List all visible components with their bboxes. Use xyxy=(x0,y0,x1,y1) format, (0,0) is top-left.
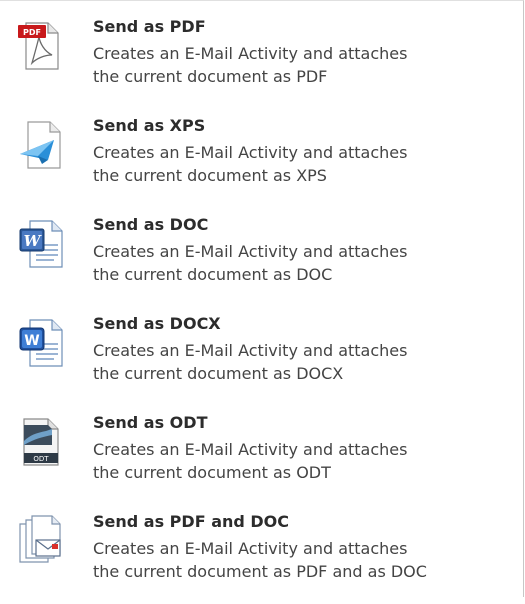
menu-item-title: Send as ODT xyxy=(93,413,208,432)
description-line-1: Creates an E-Mail Activity and attaches xyxy=(93,539,408,558)
word-badge-text: W xyxy=(24,232,43,250)
description-line-1: Creates an E-Mail Activity and attaches xyxy=(93,143,408,162)
menu-item-send-as-doc[interactable]: W Send as DOC Creates an E-Mail Activity… xyxy=(0,209,522,307)
description-line-1: Creates an E-Mail Activity and attaches xyxy=(93,44,408,63)
description-line-1: Creates an E-Mail Activity and attaches xyxy=(93,440,408,459)
menu-item-description: Creates an E-Mail Activity and attaches … xyxy=(93,438,513,484)
menu-item-send-as-pdf-and-doc[interactable]: Send as PDF and DOC Creates an E-Mail Ac… xyxy=(0,506,522,604)
word-badge-text: W xyxy=(24,333,39,349)
menu-item-title: Send as PDF xyxy=(93,17,206,36)
doc-file-icon: W xyxy=(18,217,64,269)
menu-item-send-as-xps[interactable]: Send as XPS Creates an E-Mail Activity a… xyxy=(0,110,522,208)
send-as-menu: PDF Send as PDF Creates an E-Mail Activi… xyxy=(0,0,524,597)
docx-file-icon: W xyxy=(18,316,64,368)
menu-item-title: Send as PDF and DOC xyxy=(93,512,290,531)
description-line-2: the current document as XPS xyxy=(93,166,327,185)
menu-item-description: Creates an E-Mail Activity and attaches … xyxy=(93,240,513,286)
pdf-file-icon: PDF xyxy=(18,19,64,71)
menu-item-description: Creates an E-Mail Activity and attaches … xyxy=(93,339,513,385)
description-line-2: the current document as DOC xyxy=(93,265,333,284)
description-line-2: the current document as ODT xyxy=(93,463,331,482)
description-line-2: the current document as PDF and as DOC xyxy=(93,562,427,581)
odt-file-icon: ODT xyxy=(18,415,64,467)
menu-item-title: Send as DOCX xyxy=(93,314,221,333)
description-line-2: the current document as PDF xyxy=(93,67,328,86)
multiple-documents-email-icon xyxy=(18,514,64,566)
menu-item-description: Creates an E-Mail Activity and attaches … xyxy=(93,141,513,187)
menu-item-description: Creates an E-Mail Activity and attaches … xyxy=(93,42,513,88)
odt-badge-text: ODT xyxy=(33,455,49,463)
menu-item-send-as-pdf[interactable]: PDF Send as PDF Creates an E-Mail Activi… xyxy=(0,11,522,109)
menu-item-send-as-odt[interactable]: ODT Send as ODT Creates an E-Mail Activi… xyxy=(0,407,522,505)
description-line-1: Creates an E-Mail Activity and attaches xyxy=(93,242,408,261)
description-line-2: the current document as DOCX xyxy=(93,364,344,383)
menu-item-title: Send as XPS xyxy=(93,116,206,135)
xps-file-icon xyxy=(18,118,64,170)
description-line-1: Creates an E-Mail Activity and attaches xyxy=(93,341,408,360)
menu-item-send-as-docx[interactable]: W Send as DOCX Creates an E-Mail Activit… xyxy=(0,308,522,406)
pdf-badge-text: PDF xyxy=(23,28,41,37)
menu-item-description: Creates an E-Mail Activity and attaches … xyxy=(93,537,513,583)
menu-item-title: Send as DOC xyxy=(93,215,209,234)
